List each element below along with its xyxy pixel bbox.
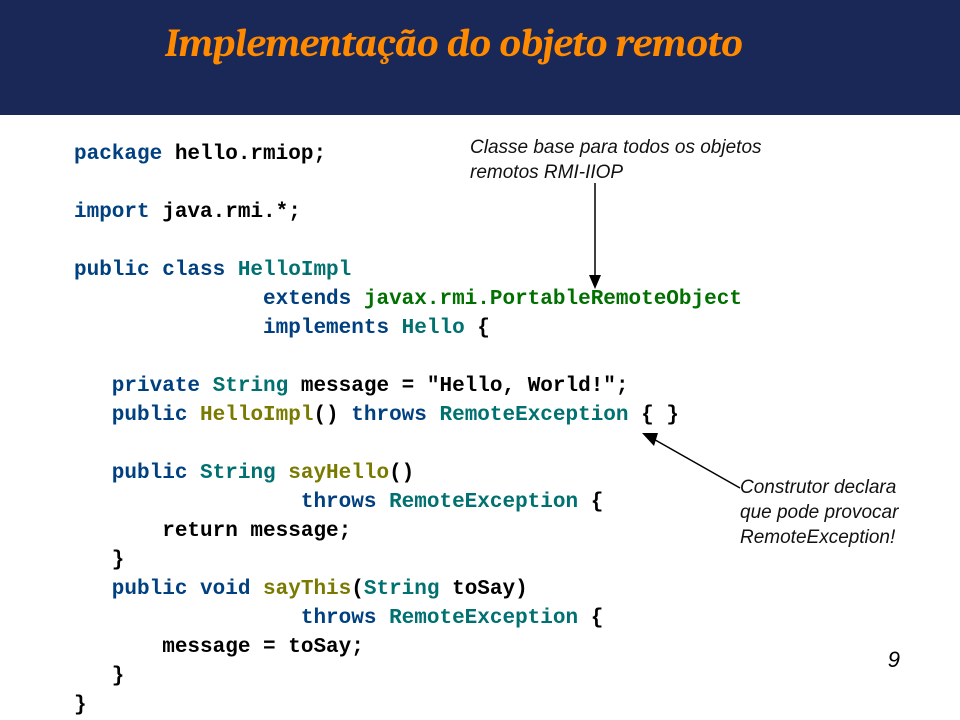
code-class: HelloImpl — [238, 259, 351, 282]
arrow-right — [640, 433, 750, 513]
code-class: String — [364, 578, 440, 601]
code-text: ( — [351, 578, 364, 601]
code-class: String — [213, 375, 289, 398]
code-class: Hello — [402, 317, 465, 340]
code-text: } — [74, 694, 87, 717]
code-text: () — [389, 462, 414, 485]
code-text: } — [74, 549, 124, 572]
callout-text: que pode provocar — [740, 502, 898, 523]
slide-title: Implementação do objeto remoto — [165, 20, 960, 66]
code-text: { } — [629, 404, 679, 427]
code-keyword: package — [74, 143, 162, 166]
callout-constructor: Construtor declara que pode provocar Rem… — [740, 475, 940, 550]
code-keyword: throws — [351, 404, 439, 427]
code-class: RemoteException — [389, 491, 578, 514]
code-class: RemoteException — [439, 404, 628, 427]
code-text: message = "Hello, World!"; — [288, 375, 628, 398]
callout-text: Classe base para todos os objetos — [470, 137, 762, 158]
code-keyword: private — [74, 375, 213, 398]
code-keyword: public — [74, 462, 200, 485]
code-keyword: implements — [74, 317, 402, 340]
code-class: RemoteException — [389, 607, 578, 630]
code-text: java.rmi.*; — [150, 201, 301, 224]
slide-content: Classe base para todos os objetos remoto… — [0, 115, 960, 720]
code-keyword: import — [74, 201, 150, 224]
page-number: 9 — [888, 647, 900, 673]
code-text: toSay) — [439, 578, 527, 601]
code-text: message = toSay; — [74, 636, 364, 659]
arrow-top — [565, 183, 625, 303]
slide-header: Implementação do objeto remoto — [0, 0, 960, 115]
code-keyword: public — [74, 404, 200, 427]
code-type: javax.rmi.PortableRemoteObject — [364, 288, 742, 311]
code-class: String — [200, 462, 288, 485]
code-keyword: public class — [74, 259, 238, 282]
code-text: () — [313, 404, 351, 427]
code-keyword: throws — [74, 491, 389, 514]
callout-base-class: Classe base para todos os objetos remoto… — [470, 135, 790, 185]
callout-text: Construtor declara — [740, 477, 896, 498]
code-keyword: throws — [74, 607, 389, 630]
code-method: HelloImpl — [200, 404, 313, 427]
code-text: hello.rmiop; — [162, 143, 326, 166]
code-text: { — [578, 491, 603, 514]
callout-text: remotos RMI-IIOP — [470, 162, 623, 183]
code-method: sayHello — [288, 462, 389, 485]
callout-text: RemoteException! — [740, 527, 895, 548]
code-text: return message; — [74, 520, 351, 543]
code-method: sayThis — [263, 578, 351, 601]
code-text: { — [578, 607, 603, 630]
code-keyword: public void — [74, 578, 263, 601]
code-text: } — [74, 665, 124, 688]
code-keyword: extends — [74, 288, 364, 311]
code-text: { — [465, 317, 490, 340]
code-block: package hello.rmiop; import java.rmi.*; … — [74, 140, 890, 720]
